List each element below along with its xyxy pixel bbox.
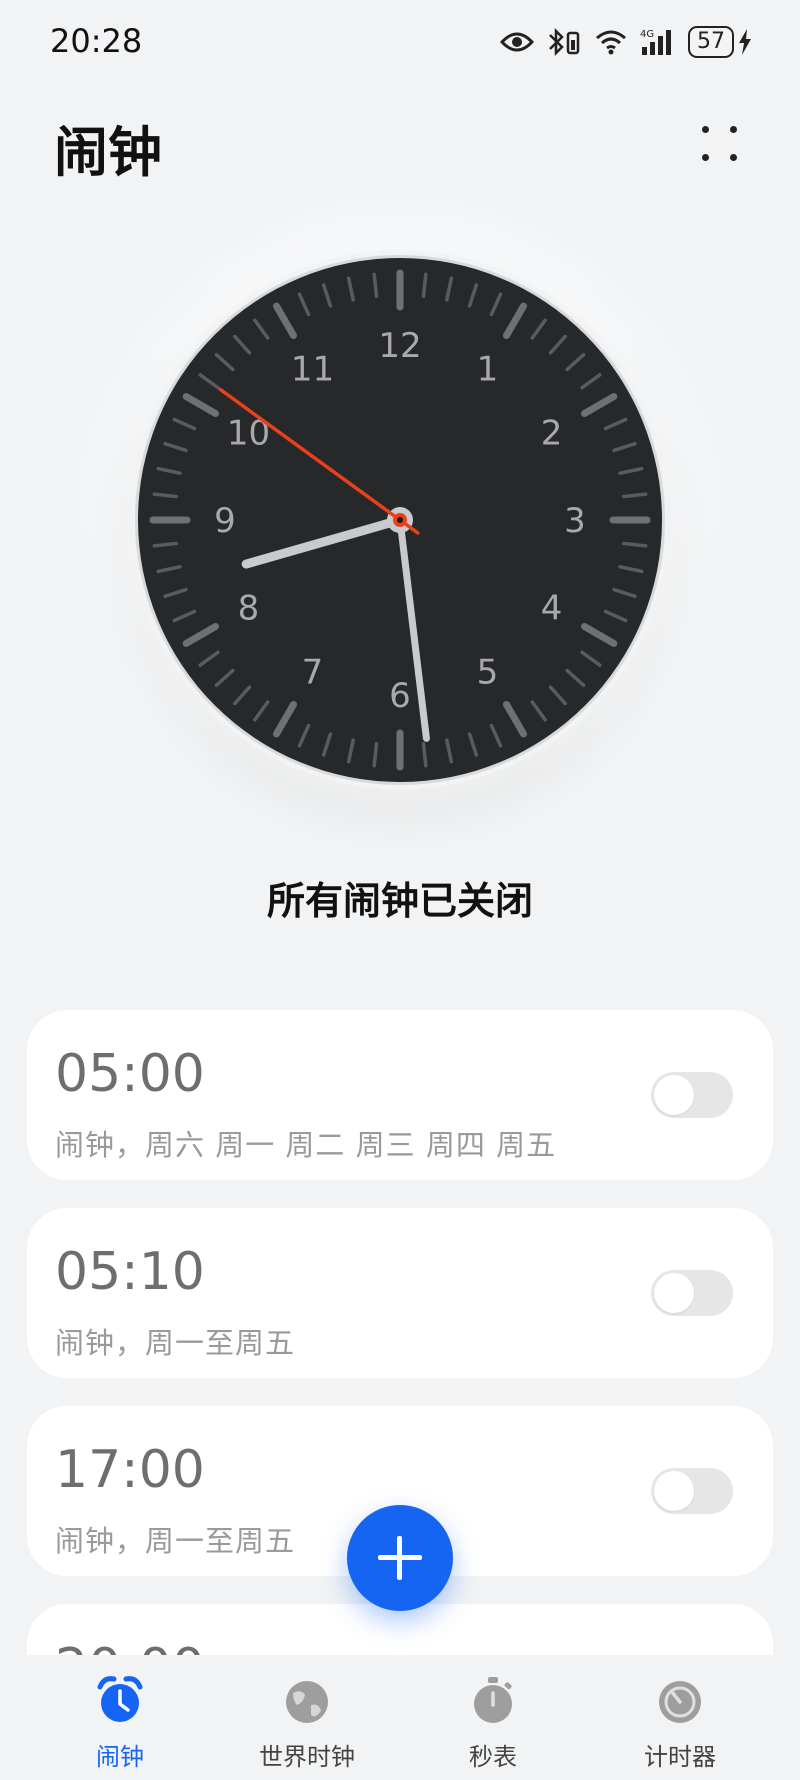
more-dot bbox=[702, 154, 709, 161]
alarm-card[interactable]: 05:10 闹钟，周一至周五 bbox=[27, 1208, 773, 1378]
status-icons: 4G 57 bbox=[500, 22, 752, 62]
more-menu-button[interactable] bbox=[698, 118, 742, 168]
add-alarm-button[interactable] bbox=[347, 1505, 453, 1611]
nav-label-world-clock: 世界时钟 bbox=[259, 1743, 355, 1771]
timer-icon bbox=[659, 1681, 701, 1723]
clock-number: 9 bbox=[214, 501, 236, 541]
clock-minute-tick bbox=[421, 272, 428, 298]
globe-icon bbox=[286, 1681, 328, 1723]
clock-number: 3 bbox=[564, 501, 586, 541]
toggle-knob bbox=[654, 1075, 694, 1115]
alarm-clock-icon bbox=[97, 1676, 143, 1722]
nav-label-timer: 计时器 bbox=[644, 1743, 716, 1771]
more-dot bbox=[730, 154, 737, 161]
battery-indicator: 57 bbox=[688, 26, 752, 58]
more-dot bbox=[702, 126, 709, 133]
eye-icon bbox=[500, 32, 534, 52]
stopwatch-icon bbox=[474, 1677, 512, 1723]
nav-tab-world-clock[interactable]: 世界时钟 bbox=[227, 1655, 387, 1780]
analog-clock: 12 1 2 3 4 5 6 7 8 9 10 11 bbox=[130, 250, 670, 790]
clock-number: 7 bbox=[302, 653, 324, 693]
page-title: 闹钟 bbox=[54, 121, 162, 184]
wifi-icon bbox=[596, 30, 626, 55]
clock-number: 1 bbox=[477, 349, 499, 389]
clock-minute-tick bbox=[622, 541, 648, 548]
toggle-knob bbox=[654, 1471, 694, 1511]
clock-minute-tick bbox=[622, 492, 648, 499]
clock-minute-tick bbox=[152, 541, 178, 548]
charging-icon bbox=[739, 29, 751, 55]
alarm-description: 闹钟，周一至周五 bbox=[55, 1326, 296, 1360]
clock-minute-tick bbox=[372, 742, 379, 768]
nav-label-stopwatch: 秒表 bbox=[469, 1743, 517, 1771]
bluetooth-icon bbox=[549, 27, 580, 57]
toggle-knob bbox=[654, 1273, 694, 1313]
alarm-time: 05:10 bbox=[55, 1242, 205, 1302]
alarm-toggle[interactable] bbox=[651, 1072, 733, 1118]
nav-tab-stopwatch[interactable]: 秒表 bbox=[413, 1655, 573, 1780]
clock-minute-tick bbox=[421, 742, 428, 768]
alarm-toggle[interactable] bbox=[651, 1270, 733, 1316]
clock-number: 12 bbox=[378, 326, 421, 366]
clock-center-pin bbox=[397, 517, 403, 523]
signal-4g-icon: 4G bbox=[640, 29, 671, 55]
clock-face: 121234567891011 bbox=[135, 255, 665, 785]
more-dot bbox=[730, 126, 737, 133]
clock-number: 6 bbox=[389, 676, 411, 716]
alarm-toggle[interactable] bbox=[651, 1468, 733, 1514]
bottom-nav: 闹钟 世界时钟 秒表 计时器 bbox=[0, 1655, 800, 1780]
status-time: 20:28 bbox=[50, 22, 143, 60]
nav-tab-alarm[interactable]: 闹钟 bbox=[40, 1655, 200, 1780]
nav-label-alarm: 闹钟 bbox=[96, 1743, 144, 1771]
alarm-card[interactable]: 05:00 闹钟，周六 周一 周二 周三 周四 周五 bbox=[27, 1010, 773, 1180]
clock-minute-tick bbox=[372, 272, 379, 298]
alarm-time: 05:00 bbox=[55, 1044, 205, 1104]
clock-minute-tick bbox=[152, 492, 178, 499]
battery-level: 57 bbox=[688, 26, 734, 58]
alarm-description: 闹钟，周一至周五 bbox=[55, 1524, 296, 1558]
svg-text:4G: 4G bbox=[640, 29, 654, 40]
clock-number: 11 bbox=[291, 349, 334, 389]
nav-tab-timer[interactable]: 计时器 bbox=[600, 1655, 760, 1780]
status-bar: 20:28 4G 57 bbox=[0, 0, 800, 86]
alarm-description: 闹钟，周六 周一 周二 周三 周四 周五 bbox=[55, 1128, 557, 1162]
clock-number: 5 bbox=[477, 653, 499, 693]
clock-number: 8 bbox=[238, 589, 260, 629]
alarm-time: 17:00 bbox=[55, 1440, 205, 1500]
clock-number: 4 bbox=[541, 589, 563, 629]
clock-number: 2 bbox=[541, 414, 563, 454]
alarms-status-message: 所有闹钟已关闭 bbox=[266, 879, 533, 923]
